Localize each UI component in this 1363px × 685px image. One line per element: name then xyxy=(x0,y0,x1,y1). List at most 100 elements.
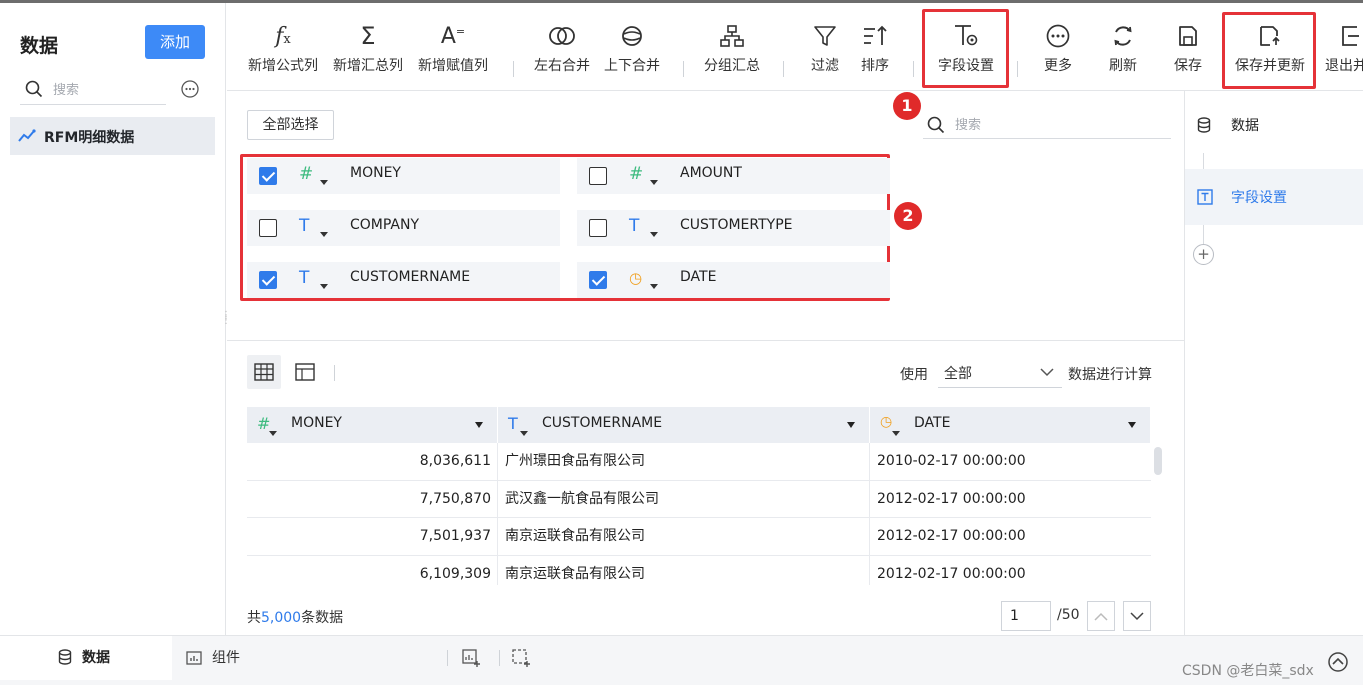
dataset-search-input[interactable]: 搜索 xyxy=(20,75,166,105)
assign-icon: A= xyxy=(440,23,466,49)
step-item-field-settings[interactable]: 字段设置 xyxy=(1185,169,1363,225)
refresh-button[interactable]: 刷新 xyxy=(1102,21,1144,75)
type-caret-icon[interactable] xyxy=(269,431,277,436)
save-icon xyxy=(1179,26,1197,46)
type-caret-icon[interactable] xyxy=(520,431,528,436)
save-button[interactable]: 保存 xyxy=(1167,21,1209,75)
table-scrollbar[interactable] xyxy=(1154,447,1162,475)
toolbar-label: 新增公式列 xyxy=(248,58,318,74)
field-checkbox[interactable] xyxy=(259,271,277,289)
bottom-bar: 数据 组件 xyxy=(0,635,1363,685)
left-panel: 数据 添加 搜索 RFM明细数据 ⋮ ⋮ xyxy=(0,3,231,635)
filter-button[interactable]: 过滤 xyxy=(805,21,845,75)
field-checkbox[interactable] xyxy=(589,219,607,237)
add-button[interactable]: 添加 xyxy=(145,25,205,59)
text-type-icon: T xyxy=(508,414,518,433)
field-search-input[interactable]: 搜索 xyxy=(923,111,1171,139)
type-caret-icon[interactable] xyxy=(650,180,658,185)
merge-up-down-button[interactable]: 上下合并 xyxy=(600,21,664,75)
total-number: 5,000 xyxy=(261,610,302,626)
toolbar-label: 更多 xyxy=(1044,58,1072,74)
group-summary-button[interactable]: 分组汇总 xyxy=(700,21,764,75)
column-header[interactable]: # MONEY xyxy=(247,407,498,443)
clock-type-icon: ◷ xyxy=(880,414,893,430)
toolbar-label: 刷新 xyxy=(1109,58,1137,74)
table-cell: 南京运联食品有限公司 xyxy=(498,518,870,555)
add-dashboard-icon[interactable] xyxy=(512,649,530,667)
database-icon xyxy=(1197,117,1211,133)
column-menu-icon[interactable] xyxy=(475,422,483,428)
toolbar-divider xyxy=(513,61,514,77)
column-menu-icon[interactable] xyxy=(847,422,855,428)
table-view-button[interactable] xyxy=(247,355,281,389)
toolbar-label: 新增汇总列 xyxy=(333,58,403,74)
exit-button[interactable]: 退出并 xyxy=(1325,21,1363,75)
add-assign-column-button[interactable]: A= 新增赋值列 xyxy=(415,21,491,75)
text-type-icon: T xyxy=(629,216,640,236)
table-row: 6,109,309 南京运联食品有限公司 2012-02-17 00:00:00 xyxy=(247,555,1151,585)
add-component-icon[interactable] xyxy=(462,649,480,667)
field-item[interactable]: ◷ DATE xyxy=(577,262,890,298)
next-page-button[interactable] xyxy=(1123,601,1151,631)
type-caret-icon[interactable] xyxy=(320,284,328,289)
table-row: 8,036,611 广州璟田食品有限公司 2010-02-17 00:00:00 xyxy=(247,443,1151,481)
type-caret-icon[interactable] xyxy=(650,232,658,237)
field-item[interactable]: # MONEY xyxy=(247,158,560,194)
total-prefix: 共 xyxy=(247,610,261,626)
field-item[interactable]: # AMOUNT xyxy=(577,158,890,194)
type-caret-icon[interactable] xyxy=(320,232,328,237)
table-cell: 8,036,611 xyxy=(247,443,498,480)
chevron-down-icon xyxy=(1130,611,1144,620)
table-cell: 2012-02-17 00:00:00 xyxy=(877,565,1026,582)
grid-icon xyxy=(254,363,274,381)
field-name: CUSTOMERNAME xyxy=(350,269,471,285)
add-step-icon[interactable]: + xyxy=(1193,244,1214,265)
database-icon xyxy=(58,649,72,665)
card-view-button[interactable] xyxy=(288,355,322,389)
table-cell: 广州璟田食品有限公司 xyxy=(498,443,870,480)
column-menu-icon[interactable] xyxy=(1128,422,1136,428)
field-checkbox[interactable] xyxy=(259,167,277,185)
add-formula-column-button[interactable]: fx 新增公式列 xyxy=(245,21,321,75)
add-summary-column-button[interactable]: Σ 新增汇总列 xyxy=(330,21,406,75)
field-item[interactable]: T COMPANY xyxy=(247,210,560,246)
field-checkbox[interactable] xyxy=(259,219,277,237)
field-checkbox[interactable] xyxy=(589,167,607,185)
column-header[interactable]: ◷ DATE xyxy=(870,407,1151,443)
filter-icon xyxy=(814,26,836,46)
chevron-up-icon xyxy=(1094,612,1108,621)
step-item-data[interactable]: 数据 xyxy=(1185,97,1363,153)
column-header[interactable]: T CUSTOMERNAME xyxy=(498,407,870,443)
panel-resize-handle[interactable]: ⋮ ⋮ xyxy=(221,311,231,326)
chevron-down-icon xyxy=(1040,368,1054,377)
more-options-icon[interactable] xyxy=(180,79,200,99)
select-all-button[interactable]: 全部选择 xyxy=(247,110,334,140)
toolbar-label: 过滤 xyxy=(811,58,839,74)
more-button[interactable]: 更多 xyxy=(1037,21,1079,75)
tab-data[interactable]: 数据 xyxy=(0,636,172,680)
type-caret-icon[interactable] xyxy=(892,431,900,436)
type-caret-icon[interactable] xyxy=(650,284,658,289)
dataset-item[interactable]: RFM明细数据 xyxy=(10,117,215,155)
toolbar-label: 新增赋值列 xyxy=(418,58,488,74)
number-type-icon: # xyxy=(629,164,644,184)
field-item[interactable]: T CUSTOMERTYPE xyxy=(577,210,890,246)
use-scope-select[interactable]: 全部 xyxy=(938,358,1062,388)
sort-button[interactable]: 排序 xyxy=(855,21,895,75)
toolbar-divider xyxy=(683,61,684,77)
field-checkbox[interactable] xyxy=(589,271,607,289)
page-number-input[interactable]: 1 xyxy=(1001,601,1051,631)
collapse-icon[interactable] xyxy=(1327,651,1349,673)
type-caret-icon[interactable] xyxy=(320,180,328,185)
prev-page-button[interactable] xyxy=(1087,601,1115,631)
clock-type-icon: ◷ xyxy=(629,269,643,287)
field-item[interactable]: T CUSTOMERNAME xyxy=(247,262,560,298)
total-suffix: 条数据 xyxy=(301,610,344,626)
tab-component[interactable]: 组件 xyxy=(186,636,240,680)
merge-left-right-button[interactable]: 左右合并 xyxy=(530,21,594,75)
column-name: CUSTOMERNAME xyxy=(542,415,663,431)
toolbar-label: 保存 xyxy=(1174,58,1202,74)
section-divider xyxy=(227,340,1185,341)
toolbar-label: 排序 xyxy=(861,58,889,74)
field-name: CUSTOMERTYPE xyxy=(680,217,793,233)
